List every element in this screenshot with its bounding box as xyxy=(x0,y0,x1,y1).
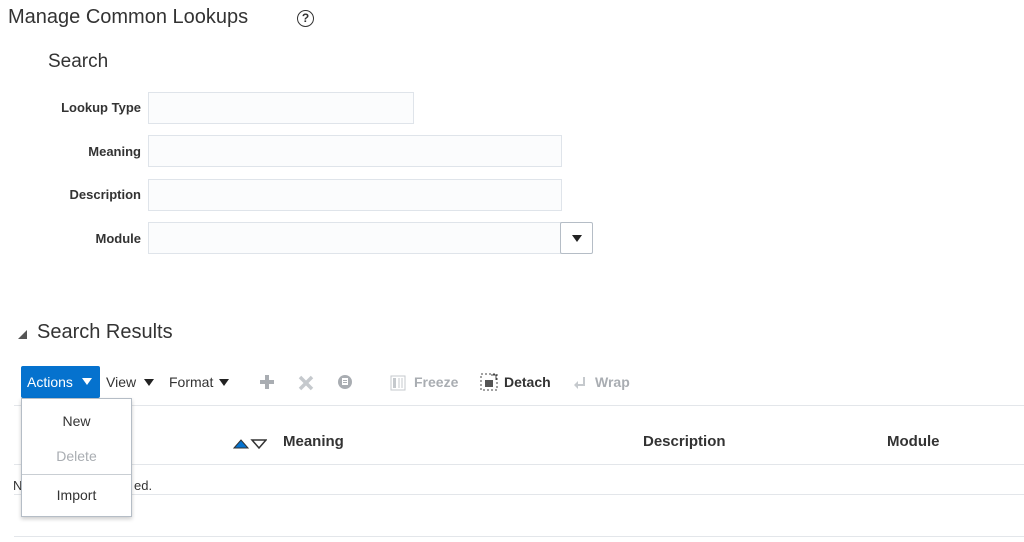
sort-icon[interactable] xyxy=(232,436,268,450)
delete-icon[interactable] xyxy=(298,375,314,391)
column-header-description[interactable]: Description xyxy=(643,433,726,450)
search-heading: Search xyxy=(48,51,109,72)
table-bottom-border xyxy=(14,536,1024,537)
freeze-button[interactable]: Freeze xyxy=(414,374,458,390)
description-input[interactable] xyxy=(148,179,562,211)
wrap-button[interactable]: Wrap xyxy=(595,374,630,390)
actions-chevron-down-icon xyxy=(82,378,92,385)
view-chevron-down-icon xyxy=(144,379,154,386)
actions-dropdown-menu: New Delete Import xyxy=(21,398,132,517)
column-header-module[interactable]: Module xyxy=(887,433,940,450)
menu-item-delete: Delete xyxy=(56,448,97,464)
empty-message-end: ed. xyxy=(134,478,153,493)
meaning-input[interactable] xyxy=(148,135,562,167)
table-top-border xyxy=(14,405,1024,406)
detach-button[interactable]: Detach xyxy=(504,374,551,390)
format-chevron-down-icon xyxy=(219,379,229,386)
freeze-icon xyxy=(390,375,406,391)
module-label: Module xyxy=(95,231,142,246)
add-icon[interactable] xyxy=(259,374,275,390)
module-dropdown-button[interactable] xyxy=(560,222,593,254)
meaning-label: Meaning xyxy=(88,144,141,159)
view-menu-button[interactable]: View xyxy=(106,374,136,390)
menu-item-import[interactable]: Import xyxy=(22,487,131,503)
actions-button-label: Actions xyxy=(27,374,73,390)
detach-icon xyxy=(480,373,498,391)
lookup-type-label: Lookup Type xyxy=(61,100,141,115)
help-icon[interactable]: ? xyxy=(297,10,314,27)
search-results-heading: Search Results xyxy=(37,321,173,343)
wrap-icon xyxy=(572,375,588,391)
format-menu-button[interactable]: Format xyxy=(169,374,213,390)
menu-item-new[interactable]: New xyxy=(22,413,131,429)
collapse-toggle-icon[interactable] xyxy=(18,330,27,339)
menu-separator xyxy=(22,474,131,475)
table-header-border xyxy=(14,464,1024,465)
lookup-type-input[interactable] xyxy=(148,92,414,124)
column-header-meaning[interactable]: Meaning xyxy=(283,433,344,450)
table-row-border xyxy=(14,494,1024,495)
chevron-down-icon xyxy=(572,235,582,242)
description-label: Description xyxy=(69,187,141,202)
module-select[interactable] xyxy=(148,222,562,254)
page-title: Manage Common Lookups xyxy=(8,6,249,28)
query-by-example-icon[interactable] xyxy=(336,373,354,391)
